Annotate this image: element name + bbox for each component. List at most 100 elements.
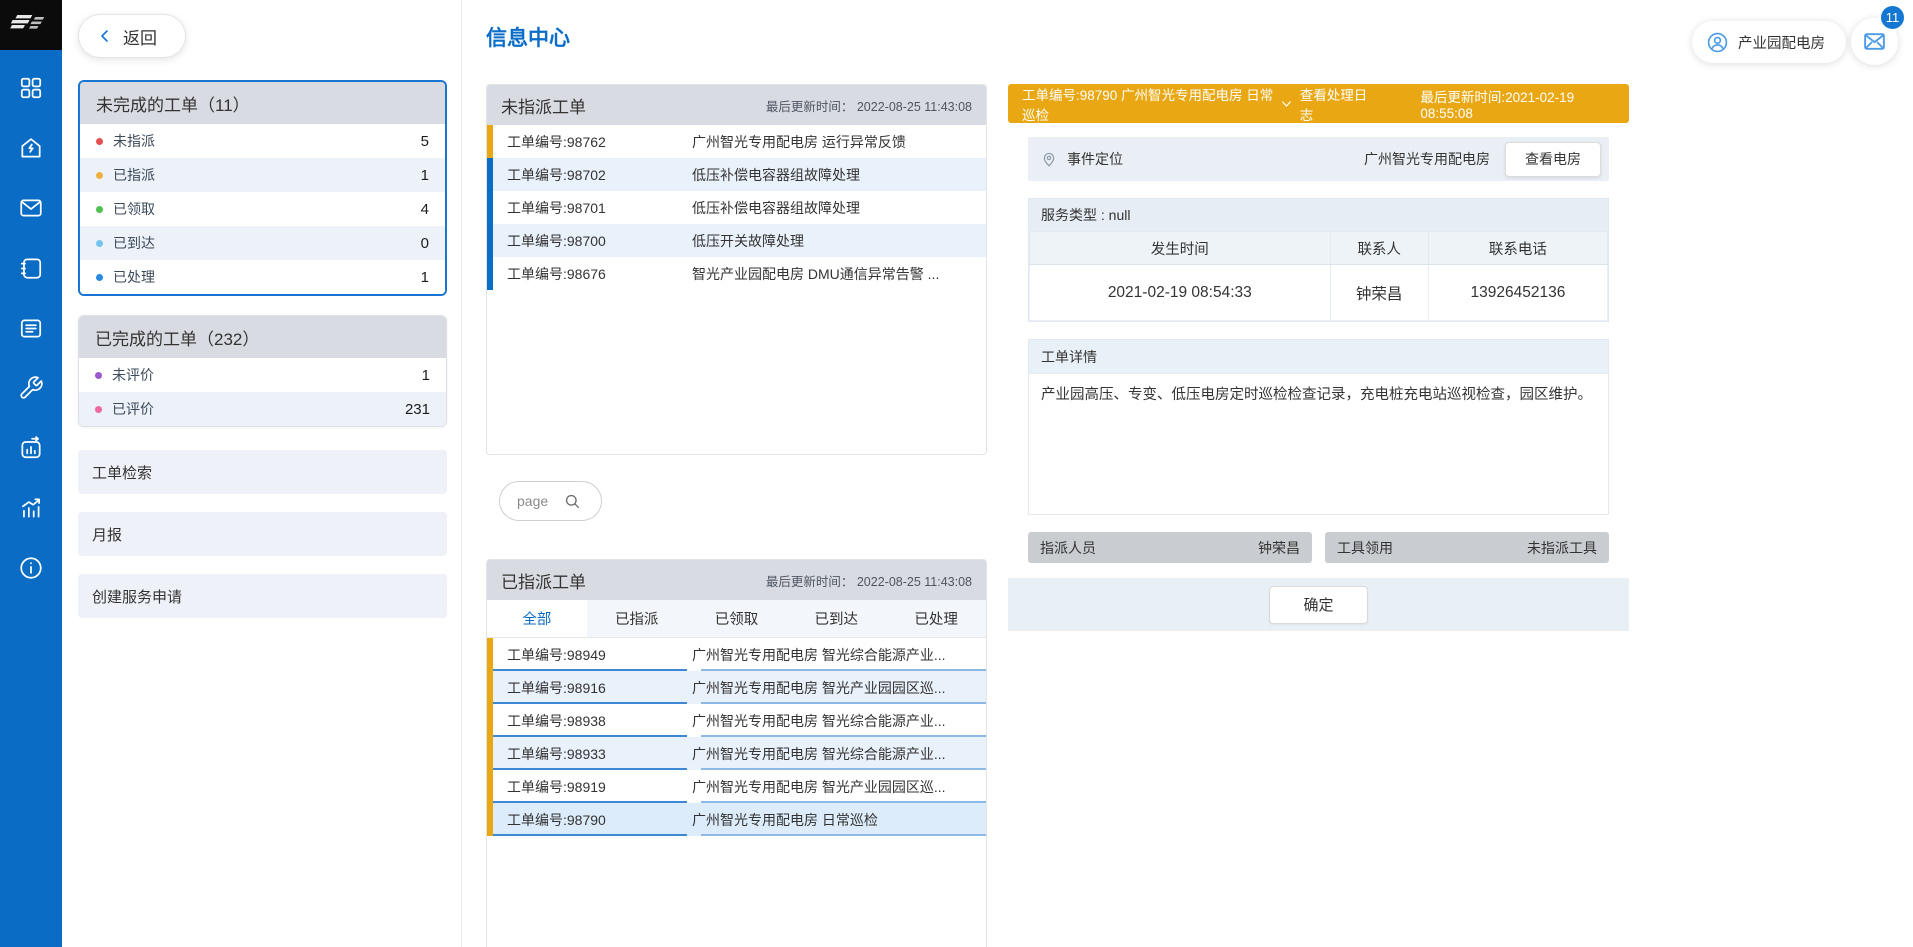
- status-bar: [487, 224, 493, 257]
- stat-row-processed[interactable]: 已处理 1: [80, 260, 445, 294]
- stat-row-rated[interactable]: 已评价 231: [79, 392, 446, 426]
- unassigned-orders-panel: 未指派工单 最后更新时间： 2022-08-25 11:43:08 工单编号:9…: [486, 84, 987, 455]
- unfinished-orders-card[interactable]: 未完成的工单（11） 未指派 5 已指派 1 已领取 4 已到达 0 已处理 1: [78, 80, 447, 296]
- view-process-log-link[interactable]: 查看处理日志: [1280, 84, 1375, 124]
- status-bar: [487, 770, 493, 803]
- chevron-left-icon: [97, 28, 113, 44]
- work-order-row[interactable]: 工单编号:98933 广州智光专用配电房 智光综合能源产业...: [487, 737, 986, 770]
- page-search: [499, 481, 602, 521]
- cell-occurrence-time: 2021-02-19 08:54:33: [1030, 265, 1331, 321]
- logo-icon: [9, 8, 53, 42]
- notebook-icon[interactable]: [18, 254, 45, 281]
- create-service-request-item[interactable]: 创建服务申请: [78, 574, 447, 618]
- work-order-row[interactable]: 工单编号:98949 广州智光专用配电房 智光综合能源产业...: [487, 638, 986, 671]
- col-header-phone: 联系电话: [1428, 232, 1607, 265]
- work-order-row[interactable]: 工单编号:98916 广州智光专用配电房 智光产业园园区巡...: [487, 671, 986, 704]
- report-chart-icon[interactable]: [18, 434, 45, 461]
- work-order-row[interactable]: 工单编号:98702 低压补偿电容器组故障处理: [487, 158, 986, 191]
- location-pin-icon: [1040, 150, 1058, 168]
- tab-label: 已处理: [914, 608, 958, 629]
- envelope-icon: [1862, 29, 1887, 54]
- tool-requisition-value: 未指派工具: [1527, 538, 1597, 558]
- tab-assigned[interactable]: 已指派: [587, 600, 687, 637]
- work-order-number: 工单编号:98949: [507, 645, 692, 665]
- work-order-row[interactable]: 工单编号:98919 广州智光专用配电房 智光产业园园区巡...: [487, 770, 986, 803]
- status-tabs: 全部 已指派 已领取 已到达 已处理: [487, 600, 986, 638]
- finished-orders-card[interactable]: 已完成的工单（232） 未评价 1 已评价 231: [78, 315, 447, 427]
- confirm-button[interactable]: 确定: [1269, 586, 1368, 624]
- cell-contact-phone: 13926452136: [1428, 265, 1607, 321]
- mail-icon[interactable]: [18, 194, 45, 221]
- work-order-number: 工单编号:98790: [507, 810, 692, 830]
- cell-contact-person: 钟荣昌: [1330, 265, 1428, 321]
- nav-rail: [0, 0, 62, 947]
- work-order-number: 工单编号:98938: [507, 711, 692, 731]
- status-bar: [487, 125, 493, 158]
- tab-all[interactable]: 全部: [487, 600, 587, 637]
- work-order-desc: 广州智光专用配电房 智光综合能源产业...: [692, 645, 946, 665]
- app-logo[interactable]: [0, 0, 62, 50]
- table-row: 2021-02-19 08:54:33 钟荣昌 13926452136: [1030, 265, 1608, 321]
- work-order-sidebar: 返回 未完成的工单（11） 未指派 5 已指派 1 已领取 4 已到达 0 已处…: [62, 0, 462, 947]
- trend-chart-icon[interactable]: [18, 494, 45, 521]
- stat-row-assigned[interactable]: 已指派 1: [80, 158, 445, 192]
- stat-row-arrived[interactable]: 已到达 0: [80, 226, 445, 260]
- unread-count-badge: 11: [1879, 4, 1906, 31]
- status-bar: [487, 638, 493, 671]
- search-icon[interactable]: [563, 492, 582, 511]
- page-search-input[interactable]: [517, 493, 563, 509]
- work-order-desc: 低压补偿电容器组故障处理: [692, 198, 860, 218]
- last-updated-text: 最后更新时间： 2022-08-25 11:43:08: [766, 571, 972, 590]
- stat-row-unrated[interactable]: 未评价 1: [79, 358, 446, 392]
- work-order-row[interactable]: 工单编号:98701 低压补偿电容器组故障处理: [487, 191, 986, 224]
- action-label: 月报: [92, 524, 122, 545]
- unassigned-panel-header: 未指派工单 最后更新时间： 2022-08-25 11:43:08: [487, 85, 986, 125]
- status-dot: [96, 172, 103, 179]
- tab-label: 已指派: [615, 608, 659, 629]
- apps-icon[interactable]: [18, 74, 45, 101]
- work-order-number: 工单编号:98700: [507, 231, 692, 251]
- tool-requisition-bar[interactable]: 工具领用 未指派工具: [1325, 532, 1609, 563]
- work-order-row[interactable]: 工单编号:98938 广州智光专用配电房 智光综合能源产业...: [487, 704, 986, 737]
- work-order-number: 工单编号:98701: [507, 198, 692, 218]
- tab-processed[interactable]: 已处理: [886, 600, 986, 637]
- assigned-orders-panel: 已指派工单 最后更新时间： 2022-08-25 11:43:08 全部 已指派…: [486, 559, 987, 947]
- stat-row-claimed[interactable]: 已领取 4: [80, 192, 445, 226]
- wrench-icon[interactable]: [18, 374, 45, 401]
- tab-claimed[interactable]: 已领取: [687, 600, 787, 637]
- panel-title: 未指派工单: [501, 93, 586, 118]
- work-order-row[interactable]: 工单编号:98676 智光产业园配电房 DMU通信异常告警 ...: [487, 257, 986, 290]
- panel-title: 已指派工单: [501, 568, 586, 593]
- work-order-row-selected[interactable]: 工单编号:98790 广州智光专用配电房 日常巡检: [487, 803, 986, 836]
- work-order-row[interactable]: 工单编号:98700 低压开关故障处理: [487, 224, 986, 257]
- document-list-icon[interactable]: [18, 314, 45, 341]
- status-bar: [487, 158, 493, 191]
- stat-label: 未指派: [113, 131, 155, 151]
- view-power-room-button[interactable]: 查看电房: [1505, 142, 1601, 177]
- col-header-time: 发生时间: [1030, 232, 1331, 265]
- user-label: 产业园配电房: [1738, 32, 1825, 53]
- back-button[interactable]: 返回: [78, 14, 186, 58]
- work-order-desc: 广州智光专用配电房 智光综合能源产业...: [692, 744, 946, 764]
- detail-footer: 确定: [1008, 578, 1629, 631]
- work-order-detail-panel: 工单编号:98790 广州智光专用配电房 日常巡检 查看处理日志 最后更新时间:…: [1008, 84, 1629, 631]
- work-order-row[interactable]: 工单编号:98762 广州智光专用配电房 运行异常反馈: [487, 125, 986, 158]
- stat-count: 231: [405, 401, 430, 418]
- home-energy-icon[interactable]: [18, 134, 45, 161]
- monthly-report-item[interactable]: 月报: [78, 512, 447, 556]
- status-dot: [96, 206, 103, 213]
- work-order-number: 工单编号:98919: [507, 777, 692, 797]
- user-icon: [1706, 31, 1729, 54]
- work-order-number: 工单编号:98702: [507, 165, 692, 185]
- status-bar: [487, 191, 493, 224]
- back-label: 返回: [123, 24, 157, 49]
- assigned-person-bar[interactable]: 指派人员 钟荣昌: [1028, 532, 1312, 563]
- info-icon[interactable]: [18, 554, 45, 581]
- user-account-button[interactable]: 产业园配电房: [1692, 21, 1846, 63]
- assigned-panel-header: 已指派工单 最后更新时间： 2022-08-25 11:43:08: [487, 560, 986, 600]
- tab-arrived[interactable]: 已到达: [786, 600, 886, 637]
- order-search-item[interactable]: 工单检索: [78, 450, 447, 494]
- log-link-label: 查看处理日志: [1300, 84, 1375, 124]
- status-bar: [487, 737, 493, 770]
- stat-row-unassigned[interactable]: 未指派 5: [80, 124, 445, 158]
